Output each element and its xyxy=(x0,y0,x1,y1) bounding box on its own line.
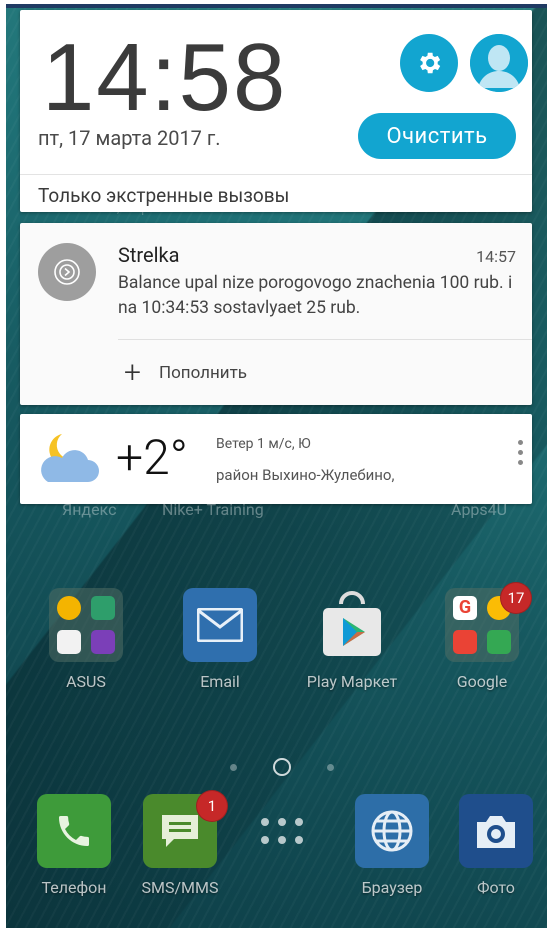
app-sms[interactable]: 1 SMS/MMS xyxy=(130,790,230,897)
wind-info: Ветер 1 м/с, Ю xyxy=(216,436,311,452)
notification-title: Strelka xyxy=(118,243,180,267)
divider xyxy=(20,174,532,175)
play-store-icon xyxy=(315,588,389,662)
device-frame: пт, марта 17 · Москва · 25:07:43 14:58 п… xyxy=(0,0,553,933)
date-label: пт, 17 марта 2017 г. xyxy=(38,126,221,150)
user-avatar-button[interactable] xyxy=(470,34,528,92)
clear-all-button[interactable]: Очистить xyxy=(358,113,516,159)
ghost-app-label: Nike+ Training xyxy=(162,500,264,519)
app-label: Email xyxy=(200,672,240,691)
notification-text: Balance upal nize porogovogo znachenia 1… xyxy=(118,273,513,318)
quick-settings-header: 14:58 пт, 17 марта 2017 г. Очистить Толь… xyxy=(20,10,532,212)
app-phone[interactable]: Телефон xyxy=(24,794,124,897)
apps-grid-icon xyxy=(245,794,319,868)
avatar-icon xyxy=(470,34,528,92)
emergency-calls-label: Только экстренные вызовы xyxy=(38,184,290,207)
settings-button[interactable] xyxy=(400,34,458,92)
temperature: +2° xyxy=(116,429,188,486)
app-folder-asus[interactable]: ASUS xyxy=(36,588,136,691)
notification-badge: 17 xyxy=(500,582,532,614)
page-indicator[interactable] xyxy=(230,758,334,776)
divider xyxy=(118,339,532,340)
strelka-icon xyxy=(54,259,80,285)
globe-icon xyxy=(355,794,429,868)
home-page-dot xyxy=(273,758,291,776)
app-email[interactable]: Email xyxy=(170,588,270,691)
app-label: Google xyxy=(456,672,508,691)
ghost-app-label: Apps4U xyxy=(451,500,508,519)
clock: 14:58 xyxy=(42,24,288,131)
notification-card[interactable]: Strelka 14:57 Balance upal nize porogovo… xyxy=(20,223,532,405)
app-label: Фото xyxy=(477,878,515,897)
camera-icon xyxy=(459,794,533,868)
status-strip xyxy=(6,4,547,8)
app-photo[interactable]: Фото xyxy=(446,794,546,897)
app-icon xyxy=(38,243,96,301)
app-label: ASUS xyxy=(66,672,106,691)
app-browser[interactable]: Браузер xyxy=(342,794,442,897)
app-label: Play Маркет xyxy=(306,672,398,691)
envelope-icon xyxy=(183,588,257,662)
app-label: Браузер xyxy=(361,878,423,897)
app-play-market[interactable]: Play Маркет xyxy=(302,588,402,691)
action-label: Пополнить xyxy=(158,363,247,383)
app-label: SMS/MMS xyxy=(141,878,219,897)
moon-cloud-icon xyxy=(41,434,99,482)
plus-icon: + xyxy=(124,355,141,390)
top-up-action[interactable]: + Пополнить xyxy=(124,353,247,393)
phone-icon xyxy=(37,794,111,868)
weather-widget[interactable]: +2° Ветер 1 м/с, Ю район Выхино-Жулебино… xyxy=(20,414,532,504)
weather-location: район Выхино-Жулебино, xyxy=(216,466,395,484)
gear-icon xyxy=(420,52,441,74)
notification-badge: 1 xyxy=(196,790,228,822)
screen: пт, марта 17 · Москва · 25:07:43 14:58 п… xyxy=(6,4,547,928)
more-options-icon[interactable] xyxy=(512,440,528,465)
app-folder-google[interactable]: G 17 Google xyxy=(432,582,532,691)
folder-icon xyxy=(49,588,123,662)
notification-time: 14:57 xyxy=(476,247,516,266)
app-label: Телефон xyxy=(41,878,107,897)
ghost-app-label: Яндекс xyxy=(62,500,117,519)
app-drawer-button[interactable] xyxy=(232,794,332,868)
